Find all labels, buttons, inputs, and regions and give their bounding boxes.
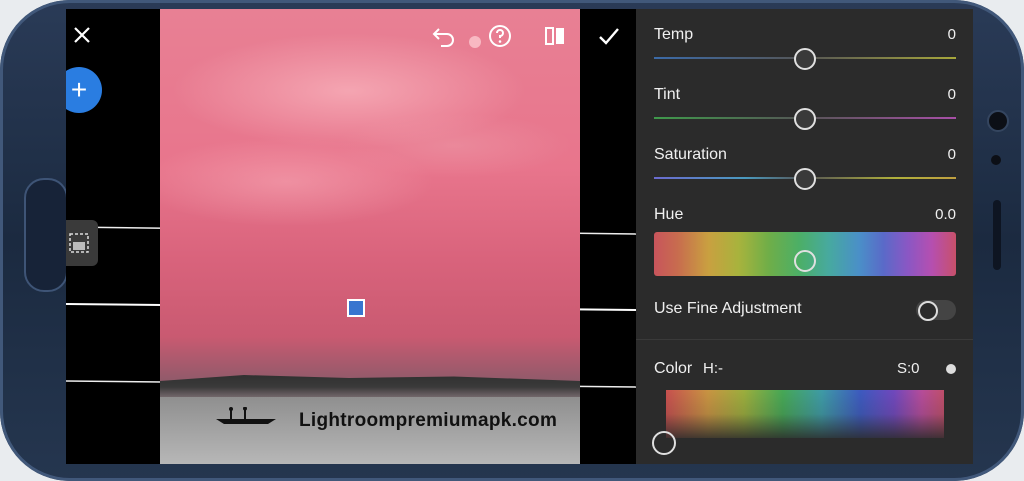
saturation-value: 0 bbox=[947, 146, 956, 163]
front-camera bbox=[987, 110, 1009, 132]
toggle-knob bbox=[918, 301, 938, 321]
shoreline bbox=[160, 375, 580, 399]
tint-value: 0 bbox=[947, 86, 956, 103]
boat-silhouette bbox=[216, 407, 276, 424]
fine-adjustment-toggle[interactable] bbox=[916, 300, 956, 321]
color-adjust-panel: Temp 0 Tint 0 Saturation 0 Hue 0.0 Use F… bbox=[636, 9, 973, 464]
watermark-text: Lightroompremiumapk.com bbox=[299, 410, 558, 431]
temp-slider-thumb[interactable] bbox=[794, 48, 816, 70]
temp-control: Temp 0 bbox=[654, 26, 956, 71]
photo-canvas[interactable] bbox=[160, 9, 580, 464]
phone-frame: Lightroompremiumapk.com + Temp 0 Tint 0 … bbox=[0, 0, 1024, 481]
app-screen: Lightroompremiumapk.com + Temp 0 Tint 0 … bbox=[66, 9, 973, 464]
color-swatch-dot bbox=[946, 364, 956, 374]
color-control: Color H:- S:0 bbox=[652, 360, 956, 460]
mask-tool-button[interactable] bbox=[66, 220, 98, 266]
saturation-label: Saturation bbox=[654, 146, 727, 163]
help-icon[interactable] bbox=[487, 23, 513, 49]
saturation-slider-thumb[interactable] bbox=[794, 168, 816, 190]
tint-label: Tint bbox=[654, 86, 681, 103]
color-picker-field[interactable] bbox=[666, 390, 944, 438]
hue-value: 0.0 bbox=[935, 206, 956, 223]
proximity-sensor bbox=[991, 155, 1001, 165]
hue-label: Hue bbox=[654, 206, 684, 223]
gradient-center-handle[interactable] bbox=[347, 299, 365, 317]
loading-dot bbox=[469, 36, 481, 48]
tint-control: Tint 0 bbox=[654, 86, 956, 131]
phone-side-button bbox=[24, 178, 68, 292]
tint-slider-thumb[interactable] bbox=[794, 108, 816, 130]
plus-icon: + bbox=[70, 74, 88, 105]
fine-adjustment-row: Use Fine Adjustment bbox=[654, 300, 956, 325]
color-label: Color bbox=[654, 360, 693, 377]
temp-label: Temp bbox=[654, 26, 694, 43]
color-saturation-readout: S:0 bbox=[897, 360, 920, 377]
hue-control: Hue 0.0 bbox=[654, 206, 956, 281]
checkmark-icon[interactable] bbox=[596, 23, 622, 49]
close-icon[interactable] bbox=[70, 23, 94, 47]
hue-slider-thumb[interactable] bbox=[794, 250, 816, 272]
compare-icon[interactable] bbox=[542, 23, 568, 49]
volume-button bbox=[993, 200, 1001, 270]
saturation-control: Saturation 0 bbox=[654, 146, 956, 191]
color-picker-cursor[interactable] bbox=[652, 431, 676, 455]
color-hue-readout: H:- bbox=[703, 360, 723, 377]
divider bbox=[636, 339, 973, 340]
selection-icon bbox=[69, 233, 89, 253]
undo-icon[interactable] bbox=[430, 23, 458, 49]
fine-adjustment-label: Use Fine Adjustment bbox=[654, 300, 802, 317]
temp-value: 0 bbox=[947, 26, 956, 43]
